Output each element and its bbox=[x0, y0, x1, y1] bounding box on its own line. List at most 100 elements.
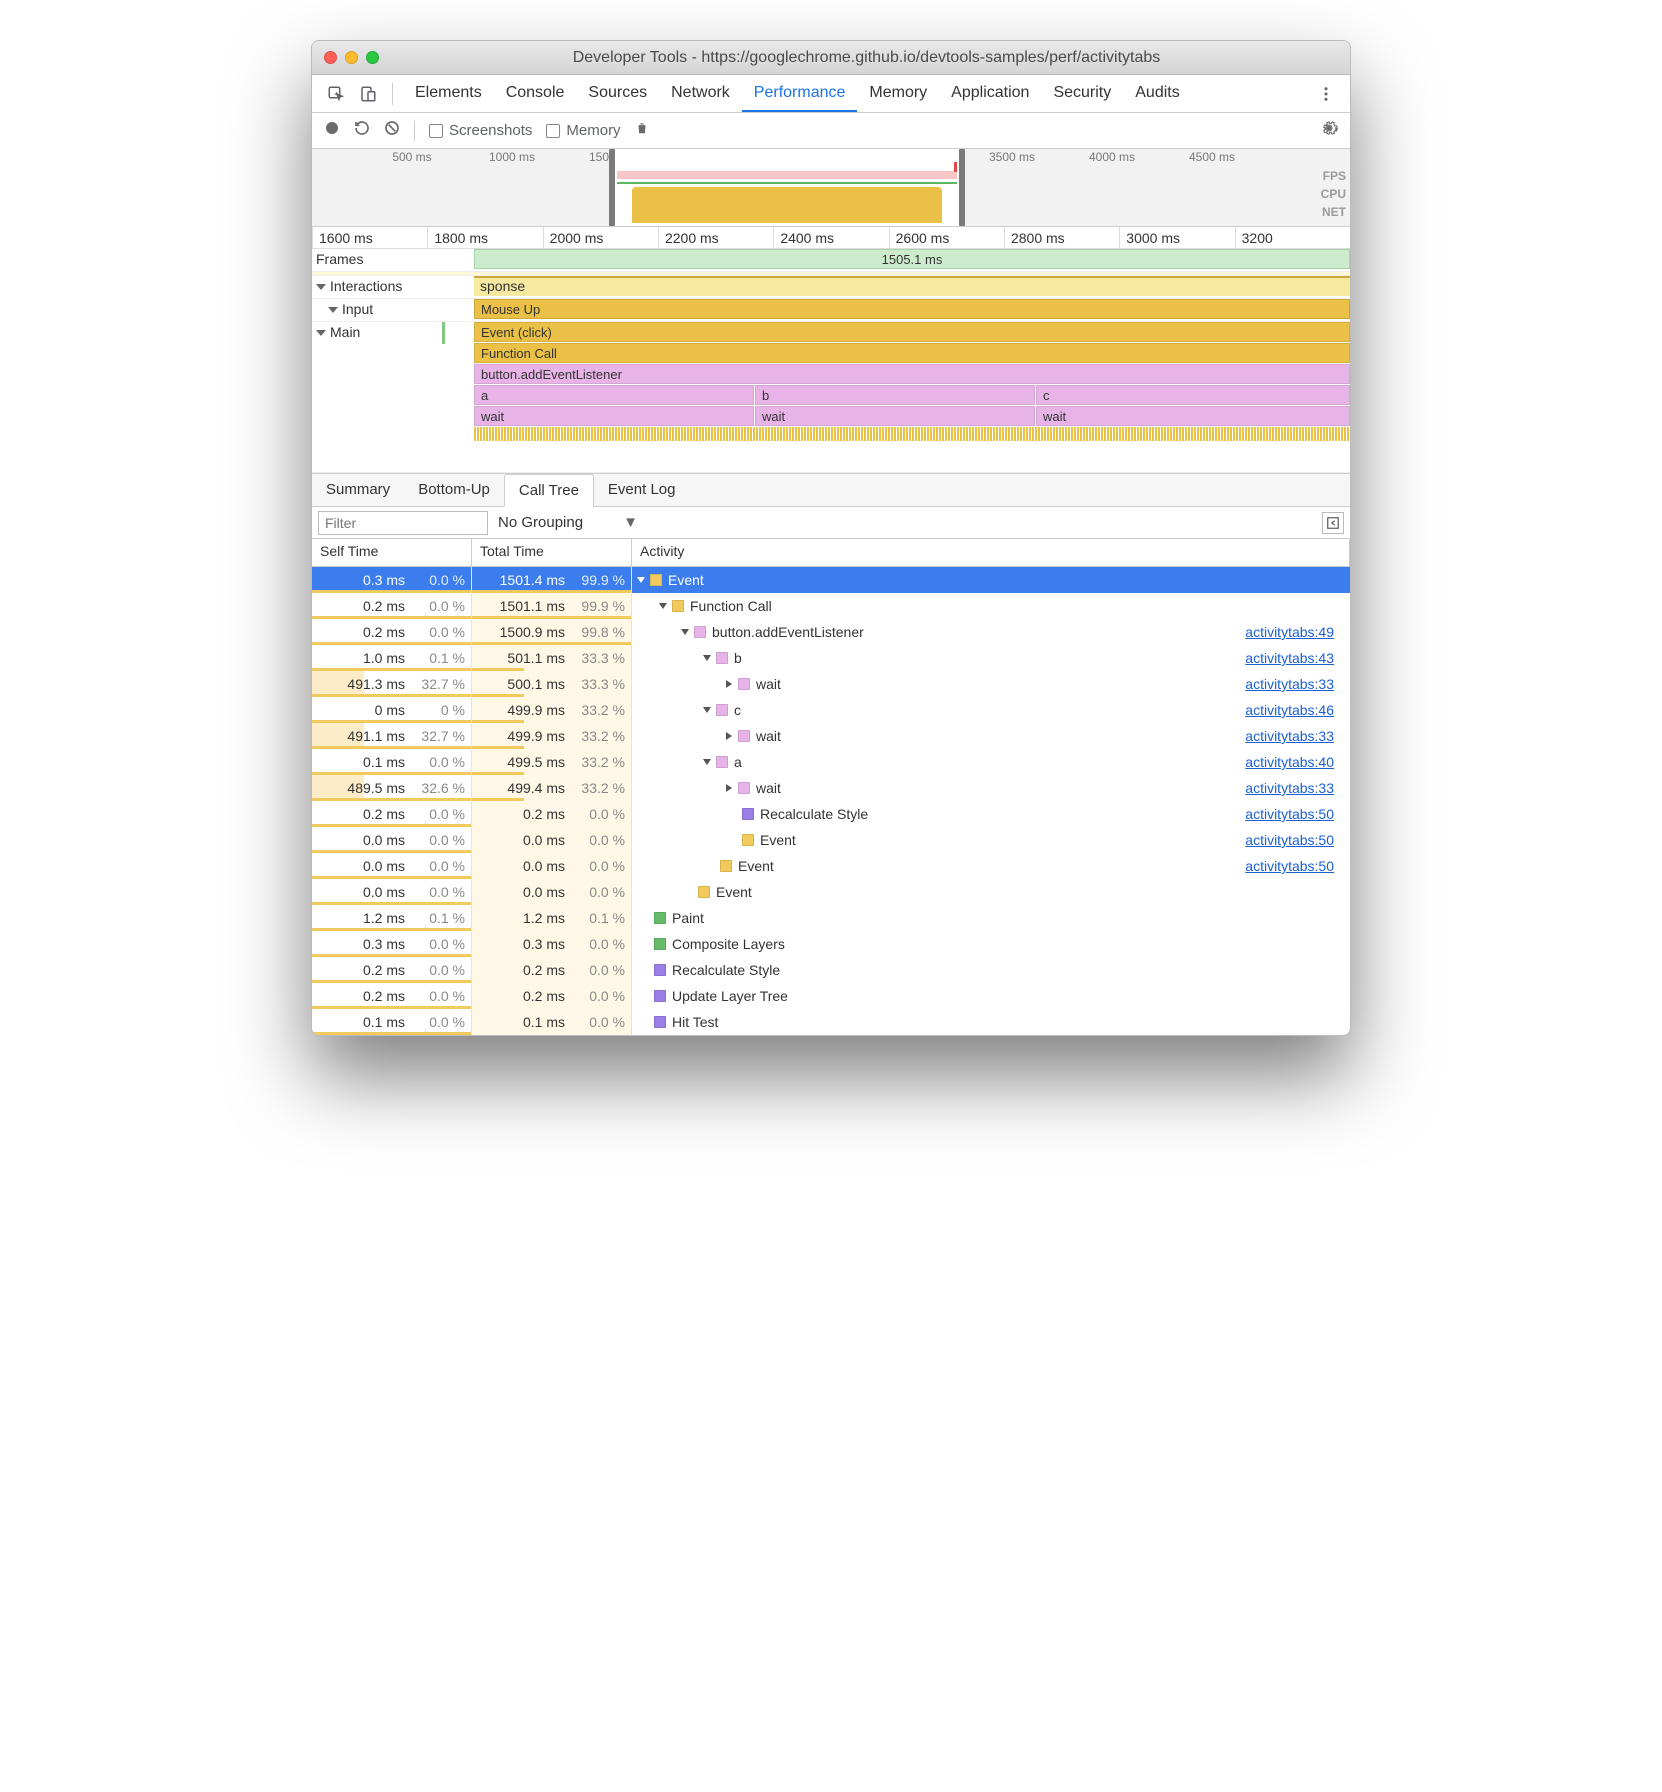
input-event[interactable]: Mouse Up bbox=[474, 299, 1350, 319]
flame-event[interactable]: Event (click) bbox=[474, 322, 1350, 342]
detail-tab-call-tree[interactable]: Call Tree bbox=[504, 474, 594, 507]
main-lane[interactable]: Main Event (click) Function Call button.… bbox=[312, 322, 1350, 473]
screenshots-checkbox[interactable]: Screenshots bbox=[429, 122, 532, 139]
tab-network[interactable]: Network bbox=[659, 76, 742, 112]
call-tree-row[interactable]: 0.3 ms0.0 %0.3 ms0.0 %Composite Layers bbox=[312, 931, 1350, 957]
call-tree-row[interactable]: 1.0 ms0.1 %501.1 ms33.3 %bactivitytabs:4… bbox=[312, 645, 1350, 671]
minimize-window-button[interactable] bbox=[345, 51, 358, 64]
call-tree-row[interactable]: 0.1 ms0.0 %499.5 ms33.2 %aactivitytabs:4… bbox=[312, 749, 1350, 775]
expand-arrow-icon[interactable] bbox=[637, 577, 645, 583]
expand-arrow-icon[interactable] bbox=[703, 655, 711, 661]
source-link[interactable]: activitytabs:50 bbox=[1245, 832, 1344, 848]
call-tree-row[interactable]: 491.3 ms32.7 %500.1 ms33.3 %waitactivity… bbox=[312, 671, 1350, 697]
tab-elements[interactable]: Elements bbox=[403, 76, 494, 112]
flame-wait-2[interactable]: wait bbox=[755, 406, 1035, 426]
device-toggle-icon[interactable] bbox=[354, 80, 382, 108]
call-tree-row[interactable]: 0.0 ms0.0 %0.0 ms0.0 %Event bbox=[312, 879, 1350, 905]
call-tree-row[interactable]: 0.2 ms0.0 %0.2 ms0.0 %Update Layer Tree bbox=[312, 983, 1350, 1009]
header-self-time[interactable]: Self Time bbox=[312, 539, 472, 566]
show-heaviest-stack-icon[interactable] bbox=[1322, 512, 1344, 534]
tab-application[interactable]: Application bbox=[939, 76, 1041, 112]
expand-arrow-icon[interactable] bbox=[726, 732, 732, 740]
tab-performance[interactable]: Performance bbox=[742, 76, 858, 112]
expand-arrow-icon[interactable] bbox=[681, 629, 689, 635]
source-link[interactable]: activitytabs:49 bbox=[1245, 624, 1344, 640]
activity-name: Event bbox=[760, 832, 796, 848]
flame-b[interactable]: b bbox=[755, 385, 1035, 405]
overview-handle-right[interactable] bbox=[959, 149, 965, 226]
settings-icon[interactable] bbox=[1320, 119, 1338, 142]
interactions-lane[interactable]: Interactions sponse bbox=[312, 276, 1350, 299]
reload-button[interactable] bbox=[354, 120, 370, 141]
header-activity[interactable]: Activity bbox=[632, 539, 1350, 566]
overview-label-net: NET bbox=[1321, 203, 1346, 221]
self-time-cell: 1.0 ms0.1 % bbox=[312, 645, 472, 671]
more-icon[interactable] bbox=[1312, 80, 1340, 108]
ruler-tick: 2200 ms bbox=[658, 227, 773, 248]
chevron-down-icon[interactable] bbox=[316, 330, 326, 336]
header-total-time[interactable]: Total Time bbox=[472, 539, 632, 566]
chevron-down-icon[interactable] bbox=[316, 284, 326, 290]
call-tree-row[interactable]: 0.0 ms0.0 %0.0 ms0.0 %Eventactivitytabs:… bbox=[312, 853, 1350, 879]
detail-ruler[interactable]: 1600 ms1800 ms2000 ms2200 ms2400 ms2600 … bbox=[312, 227, 1350, 249]
call-tree-row[interactable]: 0.2 ms0.0 %1500.9 ms99.8 %button.addEven… bbox=[312, 619, 1350, 645]
expand-arrow-icon[interactable] bbox=[659, 603, 667, 609]
expand-arrow-icon[interactable] bbox=[703, 759, 711, 765]
expand-arrow-icon[interactable] bbox=[726, 784, 732, 792]
source-link[interactable]: activitytabs:33 bbox=[1245, 676, 1344, 692]
gc-button[interactable] bbox=[635, 120, 649, 141]
flame-wait-1[interactable]: wait bbox=[474, 406, 754, 426]
overview-handle-left[interactable] bbox=[609, 149, 615, 226]
call-tree-row[interactable]: 0.2 ms0.0 %0.2 ms0.0 %Recalculate Stylea… bbox=[312, 801, 1350, 827]
call-tree-row[interactable]: 1.2 ms0.1 %1.2 ms0.1 %Paint bbox=[312, 905, 1350, 931]
flame-function-call[interactable]: Function Call bbox=[474, 343, 1350, 363]
interaction-response[interactable]: sponse bbox=[474, 276, 1350, 296]
clear-button[interactable] bbox=[384, 120, 400, 141]
record-button[interactable] bbox=[324, 120, 340, 141]
timeline-marker bbox=[442, 322, 445, 344]
source-link[interactable]: activitytabs:33 bbox=[1245, 780, 1344, 796]
close-window-button[interactable] bbox=[324, 51, 337, 64]
call-tree-row[interactable]: 0 ms0 %499.9 ms33.2 %cactivitytabs:46 bbox=[312, 697, 1350, 723]
source-link[interactable]: activitytabs:33 bbox=[1245, 728, 1344, 744]
detail-tab-event-log[interactable]: Event Log bbox=[594, 474, 690, 506]
expand-arrow-icon[interactable] bbox=[703, 707, 711, 713]
chevron-down-icon[interactable] bbox=[328, 307, 338, 313]
call-tree-row[interactable]: 0.2 ms0.0 %0.2 ms0.0 %Recalculate Style bbox=[312, 957, 1350, 983]
call-tree-row[interactable]: 0.0 ms0.0 %0.0 ms0.0 %Eventactivitytabs:… bbox=[312, 827, 1350, 853]
flame-microtasks[interactable] bbox=[474, 427, 1350, 441]
tab-console[interactable]: Console bbox=[494, 76, 577, 112]
grouping-dropdown[interactable]: No Grouping▼ bbox=[498, 514, 638, 531]
flame-listener[interactable]: button.addEventListener bbox=[474, 364, 1350, 384]
source-link[interactable]: activitytabs:50 bbox=[1245, 806, 1344, 822]
call-tree-row[interactable]: 0.2 ms0.0 %1501.1 ms99.9 %Function Call bbox=[312, 593, 1350, 619]
tab-sources[interactable]: Sources bbox=[576, 76, 659, 112]
frame-duration[interactable]: 1505.1 ms bbox=[474, 249, 1350, 269]
flame-wait-3[interactable]: wait bbox=[1036, 406, 1350, 426]
detail-tab-bottom-up[interactable]: Bottom-Up bbox=[404, 474, 504, 506]
source-link[interactable]: activitytabs:46 bbox=[1245, 702, 1344, 718]
tab-audits[interactable]: Audits bbox=[1123, 76, 1191, 112]
flame-c[interactable]: c bbox=[1036, 385, 1350, 405]
input-lane[interactable]: Input Mouse Up bbox=[312, 299, 1350, 322]
tab-security[interactable]: Security bbox=[1041, 76, 1123, 112]
source-link[interactable]: activitytabs:43 bbox=[1245, 650, 1344, 666]
flame-a[interactable]: a bbox=[474, 385, 754, 405]
overview-timeline[interactable]: 500 ms1000 ms1500 ms2000 ms2500 ms3000 m… bbox=[312, 149, 1350, 227]
filter-input[interactable] bbox=[318, 511, 488, 535]
call-tree-row[interactable]: 0.3 ms0.0 %1501.4 ms99.9 %Event bbox=[312, 567, 1350, 593]
expand-arrow-icon[interactable] bbox=[726, 680, 732, 688]
tab-memory[interactable]: Memory bbox=[857, 76, 939, 112]
activity-cell: Function Call bbox=[632, 593, 1350, 619]
memory-checkbox[interactable]: Memory bbox=[546, 122, 620, 139]
source-link[interactable]: activitytabs:40 bbox=[1245, 754, 1344, 770]
call-tree-row[interactable]: 491.1 ms32.7 %499.9 ms33.2 %waitactivity… bbox=[312, 723, 1350, 749]
zoom-window-button[interactable] bbox=[366, 51, 379, 64]
inspect-icon[interactable] bbox=[322, 80, 350, 108]
detail-tab-summary[interactable]: Summary bbox=[312, 474, 404, 506]
call-tree-row[interactable]: 489.5 ms32.6 %499.4 ms33.2 %waitactivity… bbox=[312, 775, 1350, 801]
ruler-tick: 1800 ms bbox=[427, 227, 542, 248]
source-link[interactable]: activitytabs:50 bbox=[1245, 858, 1344, 874]
category-color-swatch bbox=[738, 782, 750, 794]
call-tree-row[interactable]: 0.1 ms0.0 %0.1 ms0.0 %Hit Test bbox=[312, 1009, 1350, 1035]
